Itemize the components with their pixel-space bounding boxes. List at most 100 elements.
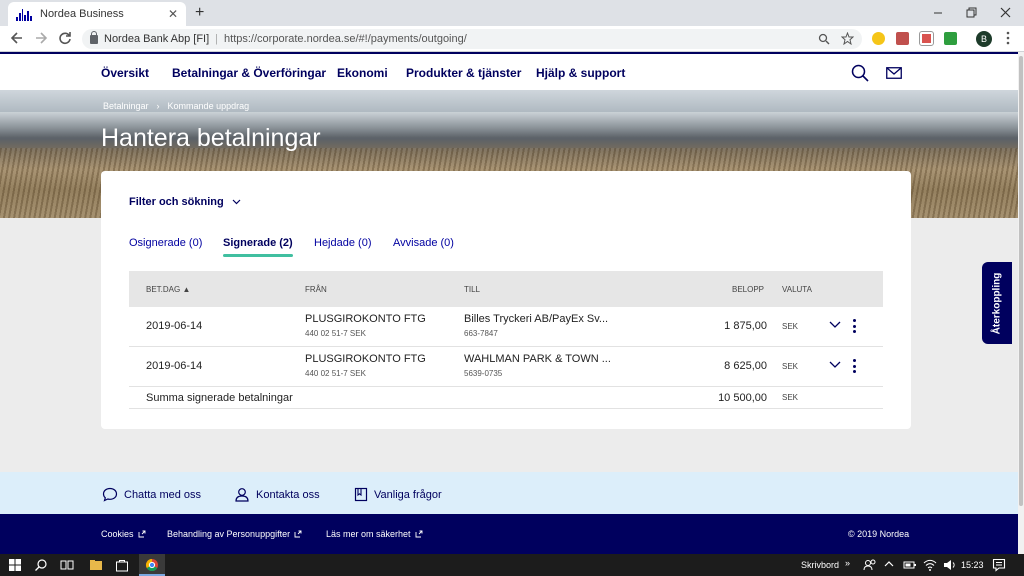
from-account-number: 440 02 51-7 SEK [305, 329, 366, 338]
payment-date: 2019-06-14 [146, 320, 203, 332]
forward-arrow-icon[interactable] [34, 31, 48, 45]
store-icon[interactable] [115, 558, 129, 572]
footer-link-label: Läs mer om säkerhet [326, 529, 411, 539]
summary-amount: 10 500,00 [718, 392, 767, 404]
chrome-icon[interactable] [145, 558, 159, 572]
column-header-to: TILL [464, 285, 481, 294]
browser-tab[interactable]: Nordea Business ✕ [8, 2, 186, 26]
battery-icon[interactable] [903, 558, 917, 572]
reload-icon[interactable] [58, 31, 72, 45]
payment-amount: 8 625,00 [724, 360, 767, 372]
breadcrumb-item: Kommande uppdrag [167, 101, 250, 111]
screenshot-extension-icon[interactable] [919, 31, 934, 46]
filter-toggle[interactable]: Filter och sökning [129, 196, 241, 208]
breadcrumb: Betalningar › Kommande uppdrag [103, 101, 249, 111]
browser-tab-title: Nordea Business [40, 8, 124, 20]
footer-link-label: Cookies [101, 529, 134, 539]
check-extension-icon[interactable] [944, 32, 957, 45]
chat-link[interactable]: Chatta med oss [102, 487, 201, 502]
external-link-icon [138, 530, 145, 538]
expand-chevron-icon[interactable] [829, 318, 841, 330]
column-header-currency: VALUTA [782, 285, 812, 294]
tab-osignerade[interactable]: Osignerade (0) [129, 237, 202, 249]
help-bar: Chatta med oss Kontakta oss Vanliga fråg… [0, 472, 1018, 514]
browser-menu-icon[interactable] [1006, 31, 1010, 45]
column-header-date[interactable]: BET.DAG ▲ [146, 285, 190, 294]
external-link-icon [415, 530, 422, 538]
row-menu-icon[interactable] [851, 319, 857, 333]
feedback-tab[interactable]: Återkoppling [982, 262, 1012, 344]
nav-betalningar[interactable]: Betalningar & Överföringar [172, 66, 327, 93]
task-view-icon[interactable] [60, 558, 74, 572]
chat-bubble-icon [102, 487, 118, 502]
page-title: Hantera betalningar [101, 124, 321, 152]
nav-oversikt[interactable]: Översikt [101, 66, 149, 80]
table-header: BET.DAG ▲ FRÅN TILL BELOPP VALUTA [129, 271, 883, 307]
nav-ekonomi[interactable]: Ekonomi [337, 66, 388, 80]
summary-label: Summa signerade betalningar [146, 392, 293, 404]
extension-icon[interactable] [872, 32, 885, 45]
footer-link-personal-data[interactable]: Behandling av Personuppgifter [167, 529, 302, 539]
show-hidden-icons-icon[interactable] [884, 560, 898, 574]
notifications-icon[interactable] [992, 558, 1006, 572]
desktop-toolbar-label[interactable]: Skrivbord [801, 560, 839, 570]
contact-label: Kontakta oss [256, 488, 320, 501]
faq-link[interactable]: Vanliga frågor [354, 487, 442, 502]
taskbar-search-icon[interactable] [34, 558, 48, 572]
footer-link-security[interactable]: Läs mer om säkerhet [326, 529, 423, 539]
copyright-text: © 2019 Nordea [848, 529, 910, 539]
table-row[interactable]: 2019-06-14 PLUSGIROKONTO FTG 440 02 51-7… [129, 347, 883, 387]
summary-currency: SEK [782, 393, 799, 402]
address-bar[interactable]: Nordea Bank Abp [FI] | https://corporate… [82, 29, 862, 49]
bookmark-star-icon[interactable] [841, 32, 854, 45]
from-account-number: 440 02 51-7 SEK [305, 369, 366, 378]
tab-signerade[interactable]: Signerade (2) [223, 237, 293, 257]
site-identity: Nordea Bank Abp [FI] [104, 33, 210, 45]
payments-table: BET.DAG ▲ FRÅN TILL BELOPP VALUTA 2019-0… [129, 271, 883, 409]
to-recipient-name: Billes Tryckeri AB/PayEx Sv... [464, 313, 609, 325]
scrollbar-thumb[interactable] [1019, 56, 1023, 506]
payments-card: Filter och sökning Osignerade (0) Signer… [101, 171, 911, 429]
breadcrumb-item[interactable]: Betalningar [103, 101, 149, 111]
row-menu-icon[interactable] [851, 359, 857, 373]
footer-link-cookies[interactable]: Cookies [101, 529, 146, 539]
tab-hejdade[interactable]: Hejdade (0) [314, 237, 371, 249]
pdf-extension-icon[interactable] [896, 32, 909, 45]
to-account-number: 663-7847 [464, 329, 498, 338]
file-explorer-icon[interactable] [89, 558, 103, 572]
volume-icon[interactable] [943, 558, 957, 572]
toolbar-expand-icon[interactable]: » [845, 558, 850, 568]
close-window-icon[interactable] [1000, 7, 1011, 18]
payment-currency: SEK [782, 322, 799, 331]
people-icon[interactable] [863, 558, 877, 572]
column-header-from: FRÅN [305, 285, 327, 294]
tab-close-icon[interactable]: ✕ [168, 7, 178, 21]
restore-window-icon[interactable] [966, 7, 977, 18]
nav-produkter[interactable]: Produkter & tjänster [406, 66, 521, 80]
external-link-icon [294, 530, 302, 538]
expand-chevron-icon[interactable] [829, 358, 841, 370]
payment-date: 2019-06-14 [146, 360, 203, 372]
windows-start-icon[interactable] [8, 558, 22, 572]
zoom-icon[interactable] [818, 33, 830, 45]
nav-hjalp[interactable]: Hjälp & support [536, 66, 625, 80]
faq-book-icon [354, 487, 368, 502]
url-text: https://corporate.nordea.se/#!/payments/… [224, 33, 467, 45]
feedback-label: Återkoppling [991, 272, 1003, 334]
table-row[interactable]: 2019-06-14 PLUSGIROKONTO FTG 440 02 51-7… [129, 307, 883, 347]
search-icon[interactable] [851, 64, 869, 82]
back-arrow-icon[interactable] [10, 31, 24, 45]
wifi-icon[interactable] [923, 558, 937, 572]
chat-label: Chatta med oss [124, 488, 202, 501]
tab-avvisade[interactable]: Avvisade (0) [393, 237, 454, 249]
mail-icon[interactable] [886, 67, 902, 79]
column-header-amount: BELOPP [732, 285, 765, 294]
lock-icon [90, 30, 98, 44]
minimize-window-icon[interactable] [933, 8, 943, 18]
clock-time[interactable]: 15:23 [961, 560, 984, 570]
profile-avatar[interactable]: B [976, 31, 992, 47]
new-tab-icon[interactable]: + [195, 4, 204, 22]
to-account-number: 5639-0735 [464, 369, 503, 378]
contact-link[interactable]: Kontakta oss [234, 487, 320, 502]
windows-taskbar: Skrivbord » 15:23 [0, 554, 1024, 576]
